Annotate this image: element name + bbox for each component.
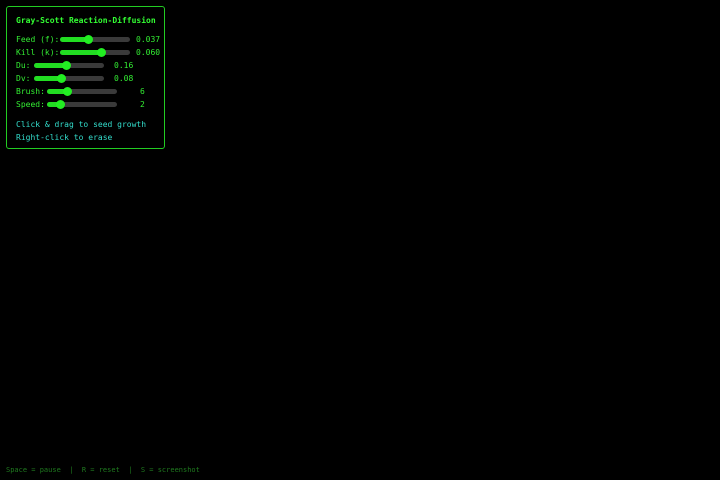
feed-label: Feed (f):: [16, 35, 60, 44]
panel-title: Gray-Scott Reaction-Diffusion: [16, 16, 156, 25]
du-value: 0.16: [114, 61, 134, 70]
du-slider-thumb[interactable]: [61, 61, 71, 70]
control-panel: Gray-Scott Reaction-Diffusion Feed (f): …: [6, 6, 165, 149]
brush-control: Brush: 6: [16, 86, 166, 98]
du-slider-fill: [34, 63, 66, 68]
kill-label: Kill (k):: [16, 48, 60, 57]
brush-slider[interactable]: [47, 87, 117, 96]
brush-label: Brush:: [16, 87, 45, 96]
du-control: Du: 0.16: [16, 60, 166, 72]
feed-control: Feed (f): 0.037: [16, 34, 166, 46]
dv-slider[interactable]: [34, 74, 104, 83]
brush-value: 6: [140, 87, 145, 96]
du-slider[interactable]: [34, 61, 104, 70]
dv-label: Dv:: [16, 74, 31, 83]
kill-slider-fill: [60, 50, 102, 55]
feed-slider-thumb[interactable]: [84, 35, 93, 44]
speed-label: Speed:: [16, 100, 45, 109]
speed-slider[interactable]: [47, 100, 117, 109]
dv-value: 0.08: [114, 74, 134, 83]
brush-slider-thumb[interactable]: [63, 87, 73, 96]
speed-value: 2: [140, 100, 145, 109]
erase-hint: Right-click to erase: [16, 133, 113, 142]
kill-value: 0.060: [136, 48, 161, 57]
speed-slider-thumb[interactable]: [56, 100, 66, 109]
speed-control: Speed: 2: [16, 99, 166, 111]
feed-slider[interactable]: [60, 35, 130, 44]
keyboard-shortcuts-footer: Space = pause | R = reset | S = screensh…: [6, 466, 200, 474]
feed-value: 0.037: [136, 35, 161, 44]
du-label: Du:: [16, 61, 31, 70]
kill-slider[interactable]: [60, 48, 130, 57]
kill-control: Kill (k): 0.060: [16, 47, 166, 59]
kill-slider-thumb[interactable]: [97, 48, 107, 57]
draw-hint: Click & drag to seed growth: [16, 120, 147, 129]
dv-slider-thumb[interactable]: [56, 74, 66, 83]
dv-control: Dv: 0.08: [16, 73, 166, 85]
